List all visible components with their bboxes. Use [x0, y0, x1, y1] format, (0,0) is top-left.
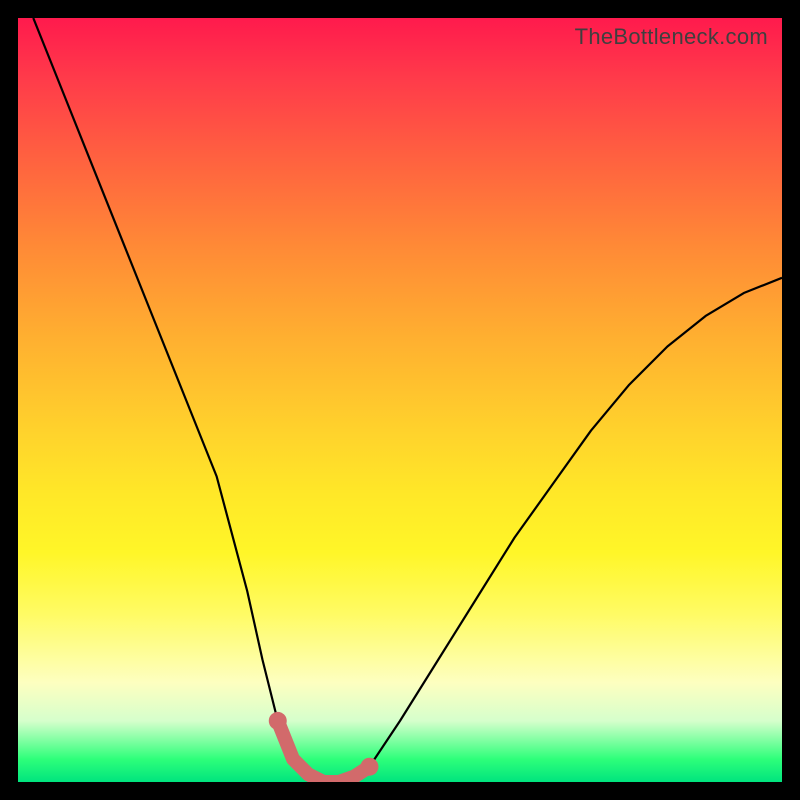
- bottleneck-curve: [33, 18, 782, 782]
- highlight-endpoint: [269, 712, 287, 730]
- chart-svg: [18, 18, 782, 782]
- highlight-segment: [278, 721, 370, 782]
- plot-area: TheBottleneck.com: [18, 18, 782, 782]
- chart-frame: TheBottleneck.com: [0, 0, 800, 800]
- highlight-endpoint: [360, 758, 378, 776]
